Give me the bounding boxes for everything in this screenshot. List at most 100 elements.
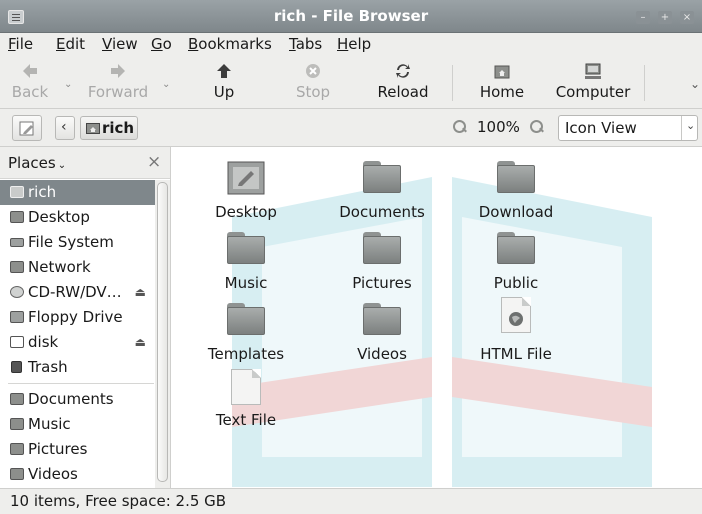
close-icon[interactable]: ×	[680, 11, 694, 24]
sidebar-bookmark-videos[interactable]: Videos	[0, 462, 156, 487]
file-item-music[interactable]: Music	[186, 232, 306, 302]
sidebar-item-label: CD-RW/DV…	[28, 283, 122, 301]
sidebar-item-trash[interactable]: Trash	[0, 355, 156, 380]
forward-button[interactable]: Forward	[82, 61, 154, 107]
menu-edit[interactable]: Edit	[56, 35, 85, 53]
menu-view[interactable]: View	[102, 35, 138, 53]
html-file-icon	[501, 297, 531, 333]
places-sidebar: Places ⌄ × rich Desktop File System Netwo…	[0, 147, 171, 488]
sidebar-item-network[interactable]: Network	[0, 255, 156, 280]
removable-disk-icon	[10, 336, 24, 348]
home-label: Home	[479, 83, 525, 101]
eject-icon[interactable]: ⏏	[135, 335, 146, 349]
zoom-out-icon[interactable]	[453, 120, 467, 134]
forward-label: Forward	[87, 83, 149, 101]
file-item-public[interactable]: Public	[456, 232, 576, 302]
file-item-label: Desktop	[215, 203, 277, 221]
path-button-label: rich	[102, 119, 135, 137]
back-history-chevron-icon[interactable]: ⌄	[64, 79, 72, 90]
up-button[interactable]: Up	[200, 61, 248, 107]
folder-icon	[10, 468, 24, 480]
sidebar-item-label: disk	[28, 333, 59, 351]
folder-icon	[10, 443, 24, 455]
sidebar-item-cd-rw[interactable]: CD-RW/DV… ⏏	[0, 280, 156, 305]
file-item-videos[interactable]: Videos	[322, 303, 442, 373]
forward-arrow-icon	[111, 64, 125, 78]
file-item-html-file[interactable]: HTML File	[456, 297, 576, 367]
path-button-rich[interactable]: rich	[80, 116, 138, 140]
view-mode-select[interactable]: Icon View ⌄	[558, 115, 698, 141]
maximize-icon[interactable]: +	[658, 11, 672, 24]
sidebar-item-label: File System	[28, 233, 114, 251]
window-titlebar[interactable]: rich - File Browser – + ×	[0, 0, 702, 33]
trash-icon	[11, 361, 22, 373]
folder-icon	[497, 161, 535, 193]
floppy-icon	[10, 311, 24, 323]
sidebar-scrollbar-thumb[interactable]	[157, 182, 168, 482]
file-item-label: Videos	[357, 345, 407, 363]
icon-view[interactable]: Desktop Documents Download Music Picture…	[172, 147, 702, 488]
folder-icon	[10, 418, 24, 430]
eject-icon[interactable]: ⏏	[135, 285, 146, 299]
home-folder-icon	[10, 186, 24, 198]
menu-tabs[interactable]: Tabs	[289, 35, 322, 53]
view-mode-value: Icon View	[565, 119, 637, 137]
sidebar-separator	[8, 383, 154, 384]
menu-bookmarks[interactable]: Bookmarks	[188, 35, 272, 53]
computer-button[interactable]: Computer	[548, 61, 638, 107]
desktop-folder-icon	[227, 161, 265, 195]
file-item-desktop[interactable]: Desktop	[186, 161, 306, 231]
text-file-icon	[231, 369, 261, 405]
close-sidebar-icon[interactable]: ×	[147, 152, 161, 172]
toolbar-overflow-chevron-icon[interactable]: ⌄	[690, 77, 700, 91]
file-item-label: HTML File	[480, 345, 552, 363]
home-button[interactable]: Home	[474, 61, 530, 107]
sidebar-bookmark-documents[interactable]: Documents	[0, 387, 156, 412]
back-button[interactable]: Back	[2, 61, 58, 107]
toolbar-separator	[452, 65, 453, 101]
sidebar-item-label: Music	[28, 415, 71, 433]
sidebar-header-label: Places	[8, 154, 56, 172]
forward-history-chevron-icon[interactable]: ⌄	[162, 79, 170, 90]
file-item-text-file[interactable]: Text File	[186, 369, 306, 439]
zoom-in-icon[interactable]	[530, 120, 544, 134]
file-item-download[interactable]: Download	[456, 161, 576, 231]
sidebar-item-disk[interactable]: disk ⏏	[0, 330, 156, 355]
path-left-arrow-button[interactable]: ‹	[55, 116, 75, 140]
computer-label: Computer	[555, 83, 631, 101]
sidebar-mode-selector[interactable]: Places ⌄	[8, 154, 66, 172]
zoom-level[interactable]: 100%	[477, 118, 520, 136]
optical-drive-icon	[10, 286, 24, 298]
file-item-label: Templates	[207, 345, 285, 363]
sidebar-bookmark-pictures[interactable]: Pictures	[0, 437, 156, 462]
sidebar-bookmark-music[interactable]: Music	[0, 412, 156, 437]
sidebar-item-rich[interactable]: rich	[0, 180, 156, 205]
chevron-down-icon: ⌄	[57, 160, 67, 171]
sidebar-item-floppy[interactable]: Floppy Drive	[0, 305, 156, 330]
select-divider	[681, 116, 682, 140]
chevron-left-icon: ‹	[61, 119, 67, 135]
sidebar-item-file-system[interactable]: File System	[0, 230, 156, 255]
stop-button[interactable]: Stop	[288, 61, 338, 107]
file-item-label: Music	[224, 274, 268, 292]
file-item-label: Pictures	[352, 274, 412, 292]
file-item-documents[interactable]: Documents	[322, 161, 442, 231]
reload-button[interactable]: Reload	[372, 61, 434, 107]
file-item-templates[interactable]: Templates	[186, 303, 306, 373]
menu-file[interactable]: File	[8, 35, 33, 53]
sidebar-item-label: rich	[28, 183, 57, 201]
reload-label: Reload	[377, 83, 429, 101]
sidebar-item-desktop[interactable]: Desktop	[0, 205, 156, 230]
back-label: Back	[11, 83, 49, 101]
sidebar-header: Places ⌄ ×	[0, 147, 170, 179]
menu-bar: File Edit View Go Bookmarks Tabs Help	[0, 33, 702, 57]
location-bar: ‹ rich 100% Icon View ⌄	[0, 109, 702, 147]
toggle-location-entry-button[interactable]	[12, 115, 42, 141]
toolbar-separator	[644, 65, 645, 101]
minimize-icon[interactable]: –	[636, 11, 650, 24]
file-item-pictures[interactable]: Pictures	[322, 232, 442, 302]
menu-help[interactable]: Help	[337, 35, 371, 53]
sidebar-item-label: Desktop	[28, 208, 90, 226]
menu-go[interactable]: Go	[151, 35, 172, 53]
stop-label: Stop	[295, 83, 331, 101]
